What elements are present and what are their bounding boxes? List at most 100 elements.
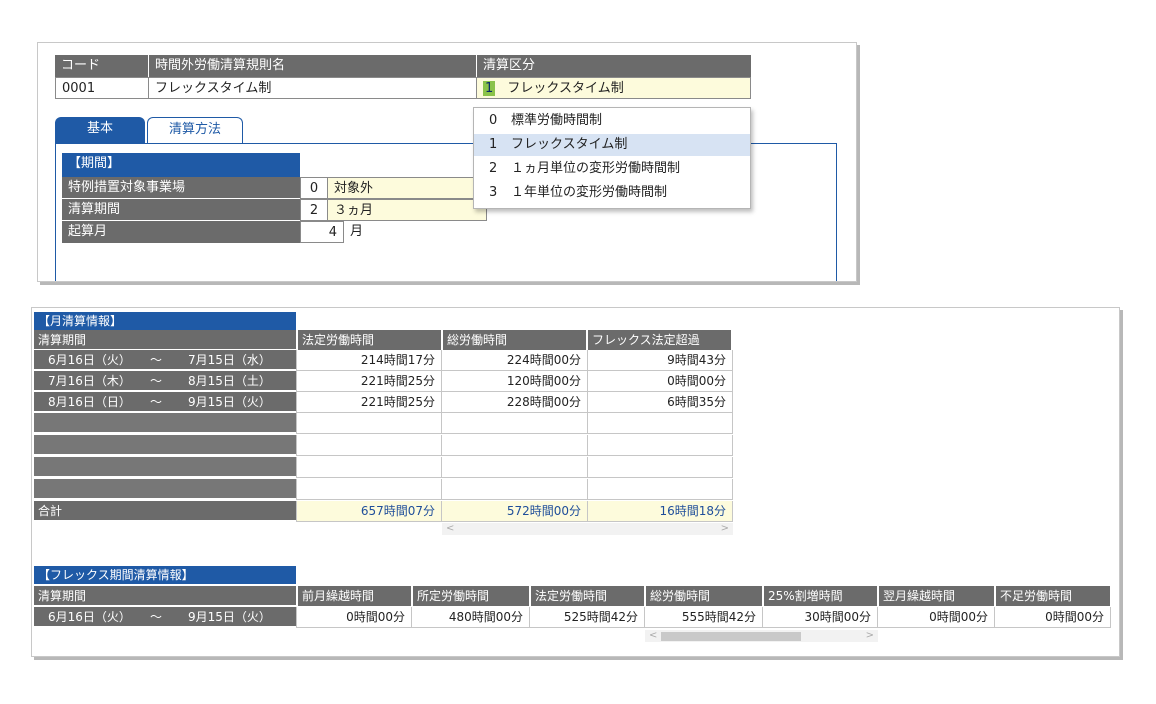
- total-legal-hours: 657時間07分: [296, 501, 442, 522]
- period-to: 7月15日（水）: [188, 353, 271, 367]
- flex-row-header: 清算期間: [34, 586, 296, 606]
- dropdown-option-1[interactable]: 1 フレックスタイム制: [474, 134, 750, 156]
- option-label: １年単位の変形労働時間制: [511, 185, 668, 200]
- scroll-thumb[interactable]: [661, 632, 801, 641]
- monthly-hscrollbar[interactable]: < >: [442, 523, 733, 535]
- period-row: 6月16日（火） ～ 7月15日（水）: [34, 350, 296, 370]
- empty-row-label: [34, 435, 296, 455]
- start-month-field[interactable]: 4: [300, 221, 344, 243]
- dropdown-option-2[interactable]: 2 １ヵ月単位の変形労働時間制: [474, 158, 750, 180]
- option-code: 1: [489, 137, 498, 152]
- dropdown-option-3[interactable]: 3 １年単位の変形労働時間制: [474, 182, 750, 204]
- field-label-settlement-period: 清算期間: [62, 199, 300, 221]
- field-label-special-site: 特例措置対象事業場: [62, 177, 300, 199]
- special-site-value: 対象外: [327, 177, 487, 199]
- flex-period-row: 6月16日（火） ～ 9月15日（火）: [34, 607, 296, 627]
- empty-cell: [442, 457, 588, 478]
- cell-flex-excess: 6時間35分: [588, 392, 733, 413]
- period-section-title: 【期間】: [62, 153, 300, 177]
- empty-cell: [442, 435, 588, 456]
- period-sep: ～: [150, 374, 163, 388]
- empty-row-label: [34, 413, 296, 433]
- rule-edit-panel: コード 時間外労働清算規則名 清算区分 0001 フレックスタイム制 1 フレッ…: [37, 42, 857, 282]
- col-header-total-hours: 総労働時間: [646, 586, 763, 606]
- flex-hscrollbar[interactable]: < >: [645, 630, 878, 642]
- empty-cell: [588, 413, 733, 434]
- monthly-row-header: 清算期間: [34, 330, 296, 350]
- cell-premium-hours: 30時間00分: [763, 607, 878, 628]
- col-header-legal-hours: 法定労働時間: [298, 330, 442, 350]
- col-header-shortage-hours: 不足労働時間: [996, 586, 1110, 606]
- cell-total-hours: 120時間00分: [442, 371, 588, 392]
- total-flex-excess: 16時間18分: [588, 501, 733, 522]
- empty-cell: [442, 479, 588, 500]
- empty-cell: [296, 479, 442, 500]
- col-header-scheduled-hours: 所定労働時間: [413, 586, 530, 606]
- period-to: 9月15日（火）: [188, 395, 271, 409]
- period-from: 6月16日（火）: [48, 610, 131, 624]
- cell-scheduled-hours: 480時間00分: [412, 607, 530, 628]
- start-month-unit: 月: [350, 224, 364, 239]
- field-label-start-month: 起算月: [62, 221, 300, 243]
- rule-name-field[interactable]: フレックスタイム制: [148, 77, 477, 99]
- period-from: 7月16日（木）: [48, 374, 131, 388]
- col-header-premium-hours: 25%割増時間: [764, 586, 878, 606]
- settlement-period-code[interactable]: 2: [300, 199, 328, 221]
- empty-cell: [296, 435, 442, 456]
- cell-total-hours: 224時間00分: [442, 350, 588, 371]
- settlement-period-value: ３ヵ月: [327, 199, 487, 221]
- kubun-dropdown: 0 標準労働時間制 1 フレックスタイム制 2 １ヵ月単位の変形労働時間制 3 １年単位…: [473, 107, 751, 209]
- col-header-next-carryover: 翌月繰越時間: [879, 586, 995, 606]
- col-header-legal-hours: 法定労働時間: [531, 586, 645, 606]
- empty-row-label: [34, 457, 296, 477]
- kubun-select[interactable]: 1 フレックスタイム制: [476, 77, 751, 99]
- settlement-info-panel: 【月清算情報】 清算期間 法定労働時間 総労働時間 フレックス法定超過 6月16…: [31, 307, 1120, 657]
- cell-total-hours: 228時間00分: [442, 392, 588, 413]
- kubun-code: 1: [483, 81, 496, 96]
- cell-flex-excess: 0時間00分: [588, 371, 733, 392]
- special-site-code[interactable]: 0: [300, 177, 328, 199]
- option-label: フレックスタイム制: [511, 137, 628, 152]
- option-code: 2: [489, 161, 498, 176]
- cell-flex-excess: 9時間43分: [588, 350, 733, 371]
- flex-section-title: 【フレックス期間清算情報】: [34, 566, 296, 584]
- tab-basic[interactable]: 基本: [55, 117, 145, 143]
- col-header-total-hours: 総労働時間: [443, 330, 587, 350]
- empty-cell: [296, 413, 442, 434]
- cell-legal-hours: 221時間25分: [296, 371, 442, 392]
- period-to: 9月15日（火）: [188, 610, 271, 624]
- empty-cell: [588, 479, 733, 500]
- empty-cell: [588, 435, 733, 456]
- option-code: 3: [489, 185, 498, 200]
- option-label: １ヵ月単位の変形労働時間制: [511, 161, 681, 176]
- kubun-header: 清算区分: [477, 55, 751, 77]
- option-code: 0: [489, 113, 498, 128]
- scroll-left-arrow[interactable]: <: [649, 630, 657, 642]
- cell-shortage-hours: 0時間00分: [995, 607, 1111, 628]
- empty-cell: [296, 457, 442, 478]
- period-from: 6月16日（火）: [48, 353, 131, 367]
- code-field[interactable]: 0001: [55, 77, 149, 99]
- total-total-hours: 572時間00分: [442, 501, 588, 522]
- empty-row-label: [34, 479, 296, 499]
- cell-legal-hours: 214時間17分: [296, 350, 442, 371]
- scroll-right-arrow[interactable]: >: [866, 630, 874, 642]
- empty-cell: [442, 413, 588, 434]
- scroll-left-arrow[interactable]: <: [446, 523, 454, 535]
- cell-legal-hours: 221時間25分: [296, 392, 442, 413]
- period-sep: ～: [150, 395, 163, 409]
- empty-cell: [588, 457, 733, 478]
- tab-settlement-method[interactable]: 清算方法: [147, 117, 243, 143]
- period-from: 8月16日（日）: [48, 395, 131, 409]
- period-sep: ～: [150, 353, 163, 367]
- name-header: 時間外労働清算規則名: [149, 55, 476, 77]
- kubun-label: フレックスタイム制: [507, 81, 624, 96]
- period-sep: ～: [150, 610, 163, 624]
- dropdown-option-0[interactable]: 0 標準労働時間制: [474, 110, 750, 132]
- scroll-right-arrow[interactable]: >: [721, 523, 729, 535]
- period-row: 8月16日（日） ～ 9月15日（火）: [34, 392, 296, 412]
- period-to: 8月15日（土）: [188, 374, 271, 388]
- cell-legal-hours: 525時間42分: [530, 607, 645, 628]
- col-header-prev-carryover: 前月繰越時間: [298, 586, 412, 606]
- option-label: 標準労働時間制: [511, 113, 603, 128]
